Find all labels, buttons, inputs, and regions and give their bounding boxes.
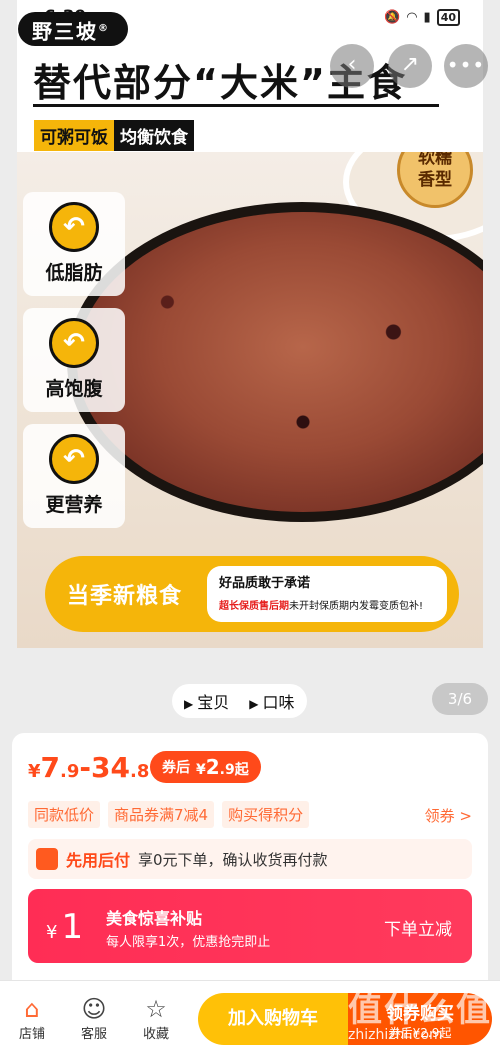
subsidy-currency: ¥ (46, 922, 58, 943)
promo-tags: 同款低价 商品券满7减4 购买得积分 (28, 801, 310, 828)
coupon-price: ¥2.9起 (196, 755, 249, 779)
pay-later-title: 先用后付 (66, 851, 131, 870)
rice-bowl-photo: 软糯 香型 ↶ 低脂肪 ↶ 高饱腹 ↶ 更营养 当季新粮食 好品质敢于承诺 超长… (17, 152, 483, 648)
favorite-button[interactable]: ☆ 收藏 (134, 995, 178, 1042)
gallery-tabs: ▶ 宝贝 ▶ 口味 (172, 684, 307, 718)
coupon-int: 2 (205, 755, 220, 779)
tab-item[interactable]: ▶ 宝贝 (184, 689, 229, 713)
guarantee-banner: 当季新粮食 好品质敢于承诺 超长保质售后期未开封保质期内发霉变质包补! (45, 556, 459, 632)
feature-satiety: ↶ 高饱腹 (23, 308, 125, 412)
feature-low-fat: ↶ 低脂肪 (23, 192, 125, 296)
play-icon: ▶ (249, 697, 259, 711)
poster-tags: 可粥可饭 均衡饮食 (34, 120, 194, 151)
pay-later-row[interactable]: 先用后付 享0元下单，确认收货再付款 (28, 839, 472, 879)
tab-flavor-label: 口味 (262, 693, 295, 712)
status-time: 6:39 (44, 7, 87, 27)
seal-line-1: 软糯 (418, 152, 452, 168)
status-bar: 6:39 🔕 ◠ ▮ 40 (0, 0, 500, 36)
coupon-currency: ¥ (196, 762, 206, 778)
poster-tag-1: 可粥可饭 (34, 120, 114, 151)
banner-detail: 超长保质售后期未开封保质期内发霉变质包补! (219, 597, 435, 612)
share-icon: ↗ (400, 52, 420, 77)
site-watermark: 值什么值 zhizhizhi.com (348, 982, 496, 1048)
image-counter: 3/6 (432, 683, 488, 715)
back-icon: ‹ (347, 52, 357, 77)
price-currency: ¥ (28, 761, 41, 782)
poster-tag-2: 均衡饮食 (114, 120, 194, 151)
get-coupon-link[interactable]: 领券 > (425, 805, 472, 826)
wifi-icon: ◠ (406, 10, 418, 25)
service-button[interactable]: ☺ 客服 (72, 995, 116, 1042)
mute-icon: 🔕 (384, 10, 401, 25)
product-info-card: ¥ 7 .9 - 34 .8 券后 ¥2.9起 同款低价 商品券满7减4 购买得… (12, 733, 488, 993)
back-button[interactable]: ‹ (330, 44, 374, 88)
bag-icon (36, 848, 58, 870)
arrow-icon: ↶ (49, 318, 99, 368)
feature-label: 低脂肪 (45, 262, 103, 284)
price-low-int: 7 (40, 751, 61, 784)
pay-later-desc: 享0元下单，确认收货再付款 (138, 850, 328, 869)
add-to-cart-button[interactable]: 加入购物车 (198, 993, 348, 1045)
service-label: 客服 (80, 1027, 107, 1042)
customer-service-icon: ☺ (81, 995, 107, 1023)
star-icon: ☆ (145, 995, 167, 1023)
banner-promise: 好品质敢于承诺 (219, 576, 311, 591)
tab-item-label: 宝贝 (197, 693, 230, 712)
watermark-logo: 值什么值 (348, 990, 492, 1030)
battery-icon: 40 (436, 9, 460, 26)
subsidy-title: 美食惊喜补贴 (106, 909, 203, 928)
arrow-icon: ↶ (49, 202, 99, 252)
subsidy-desc: 每人限享1次，优惠抢完即止 (106, 935, 271, 950)
coupon-dec: .9 (219, 762, 235, 778)
price-high-dec: .8 (129, 761, 150, 782)
product-image-gallery[interactable]: 6:39 🔕 ◠ ▮ 40 替代部分“大米”主食 可粥可饭 均衡饮食 软糯 香型… (0, 0, 500, 668)
store-icon: ⌂ (24, 995, 40, 1023)
coupon-label: 券后 (162, 760, 190, 776)
tab-flavor[interactable]: ▶ 口味 (249, 689, 294, 713)
price-high-int: 34 (91, 751, 130, 784)
subsidy-banner[interactable]: ¥1 美食惊喜补贴 每人限享1次，优惠抢完即止 下单立减 (28, 889, 472, 963)
feature-nutrition: ↶ 更营养 (23, 424, 125, 528)
banner-highlight: 超长保质售后期 (219, 601, 289, 612)
coupon-price-badge: 券后 ¥2.9起 (150, 751, 261, 783)
status-icons: 🔕 ◠ ▮ 40 (384, 9, 460, 26)
promo-tag: 购买得积分 (222, 801, 310, 828)
product-poster: 替代部分“大米”主食 可粥可饭 均衡饮食 软糯 香型 ↶ 低脂肪 ↶ 高饱腹 ↶… (17, 0, 483, 648)
more-button[interactable]: ••• (444, 44, 488, 88)
arrow-icon: ↶ (49, 434, 99, 484)
favorite-label: 收藏 (142, 1027, 169, 1042)
price-dash: - (79, 751, 92, 784)
seal-line-2: 香型 (418, 170, 452, 190)
store-label: 店铺 (18, 1027, 45, 1042)
headline-underline (33, 104, 439, 107)
share-button[interactable]: ↗ (388, 44, 432, 88)
store-button[interactable]: ⌂ 店铺 (10, 995, 54, 1042)
feature-label: 更营养 (45, 494, 103, 516)
coupon-suffix: 起 (234, 762, 249, 778)
subsidy-value: 1 (61, 907, 84, 947)
banner-title: 当季新粮食 (67, 584, 183, 609)
promo-tag: 商品券满7减4 (108, 801, 215, 828)
play-icon: ▶ (184, 697, 194, 711)
price-low-dec: .9 (60, 761, 80, 782)
price-range: ¥ 7 .9 - 34 .8 (28, 751, 149, 784)
subsidy-amount: ¥1 (46, 907, 83, 947)
feature-label: 高饱腹 (45, 378, 103, 400)
promo-tag: 同款低价 (28, 801, 101, 828)
banner-promise-box: 好品质敢于承诺 超长保质售后期未开封保质期内发霉变质包补! (207, 566, 447, 622)
more-icon: ••• (446, 53, 486, 77)
banner-rest: 未开封保质期内发霉变质包补! (289, 601, 424, 612)
subsidy-action: 下单立减 (384, 920, 452, 940)
signal-icon: ▮ (423, 10, 431, 25)
